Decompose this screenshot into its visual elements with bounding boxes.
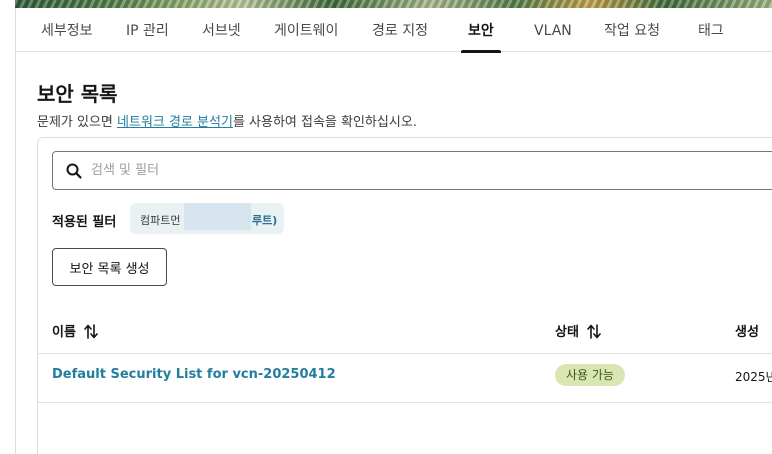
filter-chip-value: 루트) [252,214,278,227]
table-row-divider [38,402,772,403]
tab-work-requests[interactable]: 작업 요청 [604,8,660,52]
search-input[interactable] [91,152,731,189]
filter-chip-key: 컴파트먼 [140,214,181,227]
page-description: 문제가 있으면 네트워크 경로 분석기를 사용하여 접속을 확인하십시오. [37,111,417,130]
header-banner [15,0,772,8]
tab-tags[interactable]: 태그 [698,8,724,52]
redacted-mask [184,203,251,230]
sort-arrows-icon[interactable] [84,324,98,339]
description-prefix: 문제가 있으면 [37,115,118,130]
tab-vlan[interactable]: VLAN [534,8,572,52]
page-title: 보안 목록 [37,82,118,106]
column-header-name-label: 이름 [52,325,76,340]
tab-gateways[interactable]: 게이트웨이 [274,8,338,52]
tab-security[interactable]: 보안 [461,8,501,53]
compartment-filter-chip[interactable]: 컴파트먼 루트) [130,203,284,234]
create-security-list-button[interactable]: 보안 목록 생성 [52,248,167,286]
column-header-status-label: 상태 [555,325,579,340]
search-box[interactable] [52,151,772,190]
search-icon [66,163,82,179]
created-cell: 2025년 [735,370,772,384]
column-header-name[interactable]: 이름 [52,321,98,340]
column-header-created[interactable]: 생성 [735,321,759,340]
network-path-analyzer-link[interactable]: 네트워크 경로 분석기 [117,115,233,130]
tab-routing[interactable]: 경로 지정 [372,8,428,52]
sort-arrows-icon[interactable] [587,324,601,339]
tab-ip-management[interactable]: IP 관리 [126,8,169,52]
tab-subnets[interactable]: 서브넷 [202,8,241,52]
frame-divider [15,8,16,454]
tab-details[interactable]: 세부정보 [41,8,93,52]
applied-filters-label: 적용된 필터 [52,215,117,230]
table-header-divider [38,353,772,354]
security-list-name-link[interactable]: Default Security List for vcn-20250412 [52,367,336,382]
description-suffix: 를 사용하여 접속을 확인하십시오. [232,115,417,130]
column-header-status[interactable]: 상태 [555,321,601,340]
status-badge: 사용 가능 [555,364,625,386]
tab-bar: 세부정보 IP 관리 서브넷 게이트웨이 경로 지정 보안 VLAN 작업 요청… [16,8,772,53]
